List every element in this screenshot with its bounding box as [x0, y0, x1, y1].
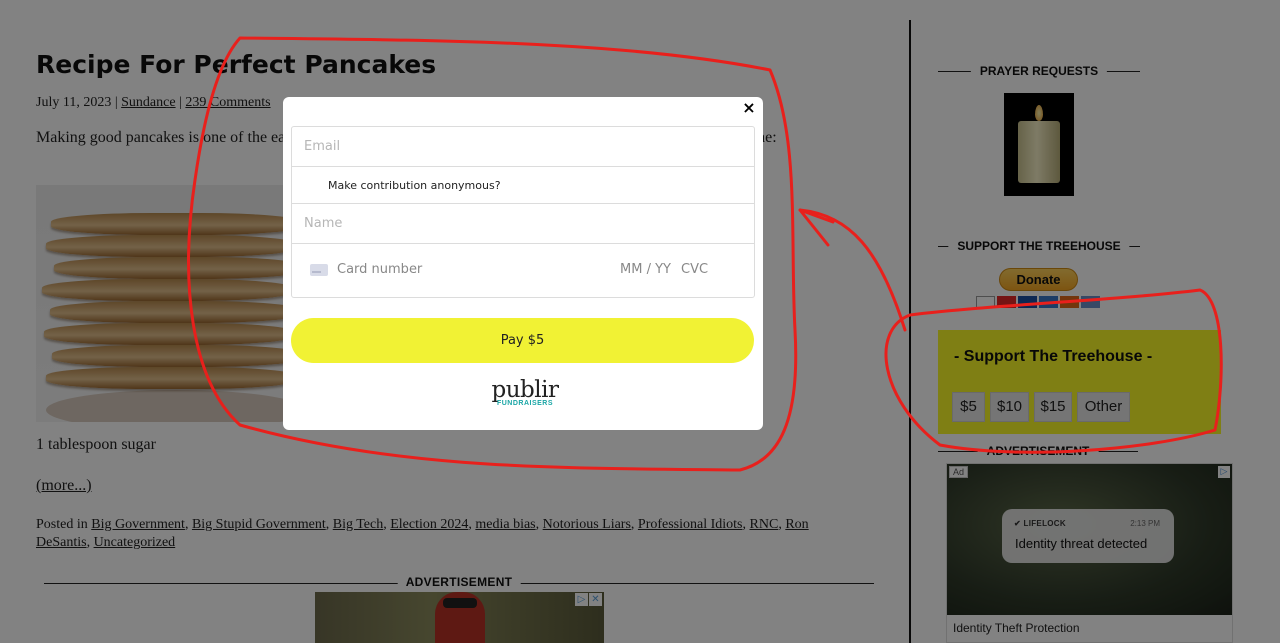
email-field-row — [292, 127, 754, 167]
credit-card-icon — [310, 264, 328, 276]
name-field[interactable] — [292, 204, 754, 243]
pay-button[interactable]: Pay $5 — [291, 318, 754, 363]
publir-logo: publir FUNDRAISERS — [490, 378, 560, 410]
donation-modal: × Make contribution anonymous? Card numb… — [283, 97, 763, 430]
card-field-row[interactable]: Card number MM / YY CVC — [292, 244, 754, 297]
publir-logo-word: publir — [491, 377, 559, 403]
name-field-row — [292, 204, 754, 244]
card-expiry-field[interactable]: MM / YY — [620, 262, 671, 277]
close-icon[interactable]: × — [741, 98, 757, 118]
payment-form: Make contribution anonymous? Card number… — [291, 126, 755, 298]
anonymous-row[interactable]: Make contribution anonymous? — [292, 167, 754, 204]
email-field[interactable] — [292, 127, 754, 166]
card-number-field[interactable]: Card number — [337, 262, 422, 277]
anonymous-label[interactable]: Make contribution anonymous? — [328, 179, 501, 192]
card-cvc-field[interactable]: CVC — [681, 262, 708, 277]
anonymous-checkbox[interactable] — [306, 179, 319, 192]
publir-logo-sub: FUNDRAISERS — [496, 400, 554, 407]
